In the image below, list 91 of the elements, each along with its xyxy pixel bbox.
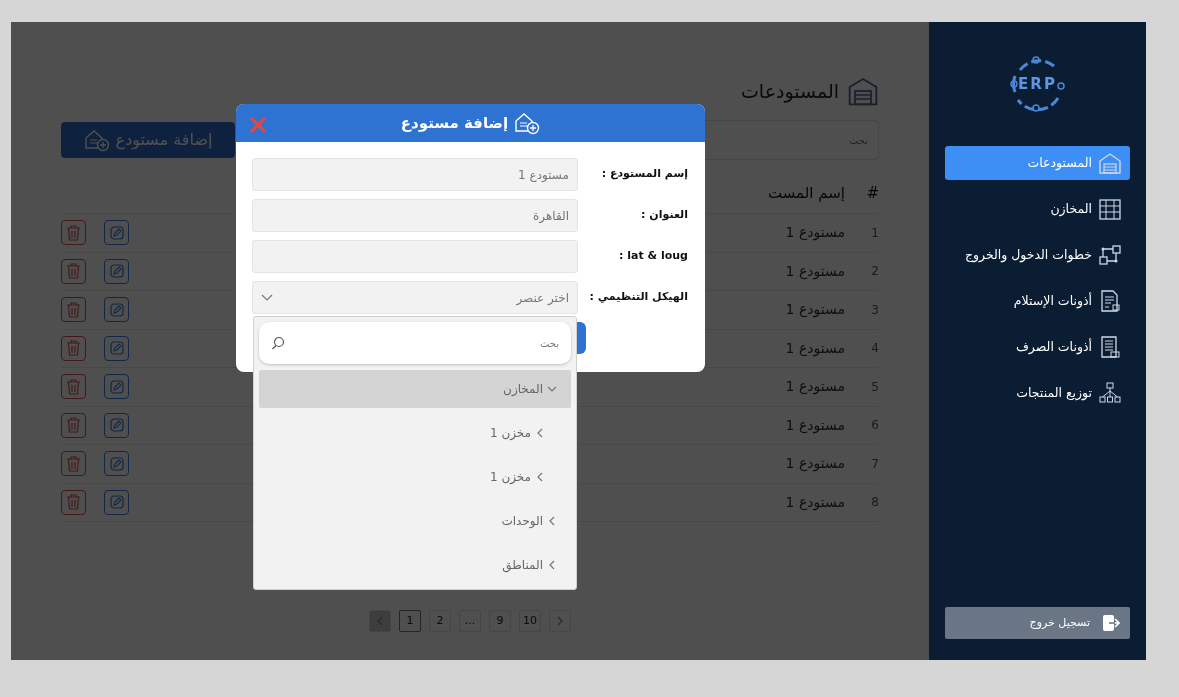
chevron-left-icon bbox=[547, 516, 557, 526]
shelving-icon bbox=[1098, 197, 1122, 221]
logout-button[interactable]: تسجيل خروج bbox=[945, 607, 1130, 639]
table-cell-text: مستودع 1 bbox=[784, 223, 845, 243]
trash-icon bbox=[66, 301, 81, 318]
chevron-left-icon bbox=[535, 472, 545, 482]
edit-button[interactable] bbox=[104, 489, 129, 515]
sidebar-item[interactable]: المخازن bbox=[945, 192, 1130, 226]
warehouse-icon bbox=[847, 75, 879, 107]
tree-option[interactable]: الوحدات bbox=[259, 502, 571, 540]
page-button[interactable]: 10 bbox=[519, 610, 541, 632]
document-icon bbox=[1098, 335, 1122, 359]
edit-button[interactable] bbox=[104, 412, 129, 438]
sidebar-item[interactable]: المستودعات bbox=[945, 146, 1130, 180]
table-cell-text: مستودع 1 bbox=[784, 492, 845, 513]
table-cell-text: مستودع 1 bbox=[784, 415, 845, 436]
trash-icon bbox=[66, 494, 81, 511]
next-page-button[interactable] bbox=[549, 610, 571, 632]
page-button[interactable]: ... bbox=[459, 610, 481, 632]
chevron-left-icon bbox=[547, 560, 557, 570]
delete-button[interactable] bbox=[61, 412, 86, 438]
pencil-icon bbox=[109, 341, 124, 356]
pencil-icon bbox=[109, 225, 124, 240]
trash-icon bbox=[66, 378, 81, 395]
input-field[interactable]: مستودع 1 bbox=[252, 158, 578, 191]
pencil-icon bbox=[109, 456, 124, 471]
input-field[interactable]: القاهرة bbox=[252, 199, 578, 232]
page-button[interactable]: 1 bbox=[399, 610, 421, 632]
edit-button[interactable] bbox=[104, 297, 129, 323]
edit-button[interactable] bbox=[104, 335, 129, 361]
warehouse-add-icon bbox=[514, 111, 541, 135]
dropdown-search-field[interactable]: بحث bbox=[259, 322, 571, 364]
tree-option[interactable]: المناطق bbox=[259, 546, 571, 584]
delete-button[interactable] bbox=[61, 489, 86, 515]
select-field[interactable]: اختر عنصر bbox=[252, 281, 578, 314]
field-label: lat & loug : bbox=[618, 248, 688, 265]
edit-button[interactable] bbox=[104, 451, 129, 477]
table-cell-text: مستودع 1 bbox=[784, 338, 845, 359]
chevron-left-icon bbox=[535, 428, 545, 438]
search-icon bbox=[271, 336, 285, 350]
delete-button[interactable] bbox=[61, 220, 86, 246]
trash-icon bbox=[66, 340, 81, 357]
delete-button[interactable] bbox=[61, 451, 86, 477]
close-icon bbox=[250, 116, 266, 133]
trash-icon bbox=[66, 455, 81, 472]
select-placeholder: اختر عنصر bbox=[516, 289, 569, 307]
pencil-icon bbox=[109, 302, 124, 317]
pencil-icon bbox=[109, 264, 124, 279]
tree-option[interactable]: مخزن 1 bbox=[259, 458, 571, 496]
sidebar-item[interactable]: أذونات الصرف bbox=[945, 330, 1130, 364]
pencil-icon bbox=[109, 418, 124, 433]
field-label: العنوان : bbox=[640, 207, 688, 224]
field-label: الهيكل التنظيمي : bbox=[590, 289, 688, 306]
pencil-icon bbox=[109, 495, 124, 510]
trash-icon bbox=[66, 417, 81, 434]
sidebar-item[interactable]: أذونات الإستلام bbox=[945, 284, 1130, 318]
chevron-down-icon bbox=[547, 384, 557, 394]
delete-button[interactable] bbox=[61, 335, 86, 361]
column-header: # bbox=[865, 183, 879, 205]
document-icon bbox=[1098, 289, 1122, 313]
table-cell-text: مستودع 1 bbox=[784, 454, 845, 474]
trash-icon bbox=[66, 263, 81, 280]
field-label: إسم المستودع : bbox=[600, 166, 688, 183]
trash-icon bbox=[66, 224, 81, 241]
table-cell-text: مستودع 1 bbox=[784, 261, 845, 282]
delete-button[interactable] bbox=[61, 374, 86, 400]
chevron-right-icon bbox=[556, 616, 564, 626]
input-field[interactable] bbox=[252, 240, 578, 273]
flowchart-icon bbox=[1098, 243, 1122, 267]
boxes-icon bbox=[1098, 381, 1122, 405]
edit-button[interactable] bbox=[104, 258, 129, 284]
edit-button[interactable] bbox=[104, 374, 129, 400]
dialog-title: إضافة مستودع bbox=[400, 112, 509, 134]
logo-text: ERP bbox=[1018, 73, 1057, 95]
page-button[interactable]: 9 bbox=[489, 610, 511, 632]
sidebar-item[interactable]: خطوات الدخول والخروج bbox=[945, 238, 1130, 272]
delete-button[interactable] bbox=[61, 258, 86, 284]
delete-button[interactable] bbox=[61, 297, 86, 323]
sidebar-item[interactable]: توزيع المنتجات bbox=[945, 376, 1130, 410]
warehouse-add-icon bbox=[83, 128, 110, 152]
column-header: إسم المست bbox=[767, 183, 845, 205]
page-button[interactable]: 2 bbox=[429, 610, 451, 632]
table-cell-text: مستودع 1 bbox=[784, 377, 845, 397]
tree-option[interactable]: مخزن 1 bbox=[259, 414, 571, 452]
warehouse-icon bbox=[1098, 151, 1122, 175]
logout-icon bbox=[1100, 613, 1120, 633]
table-cell-text: مستودع 1 bbox=[784, 300, 845, 320]
edit-button[interactable] bbox=[104, 220, 129, 246]
pencil-icon bbox=[109, 379, 124, 394]
tree-option[interactable]: المخازن bbox=[259, 370, 571, 408]
page-title: المستودعات bbox=[740, 78, 839, 105]
